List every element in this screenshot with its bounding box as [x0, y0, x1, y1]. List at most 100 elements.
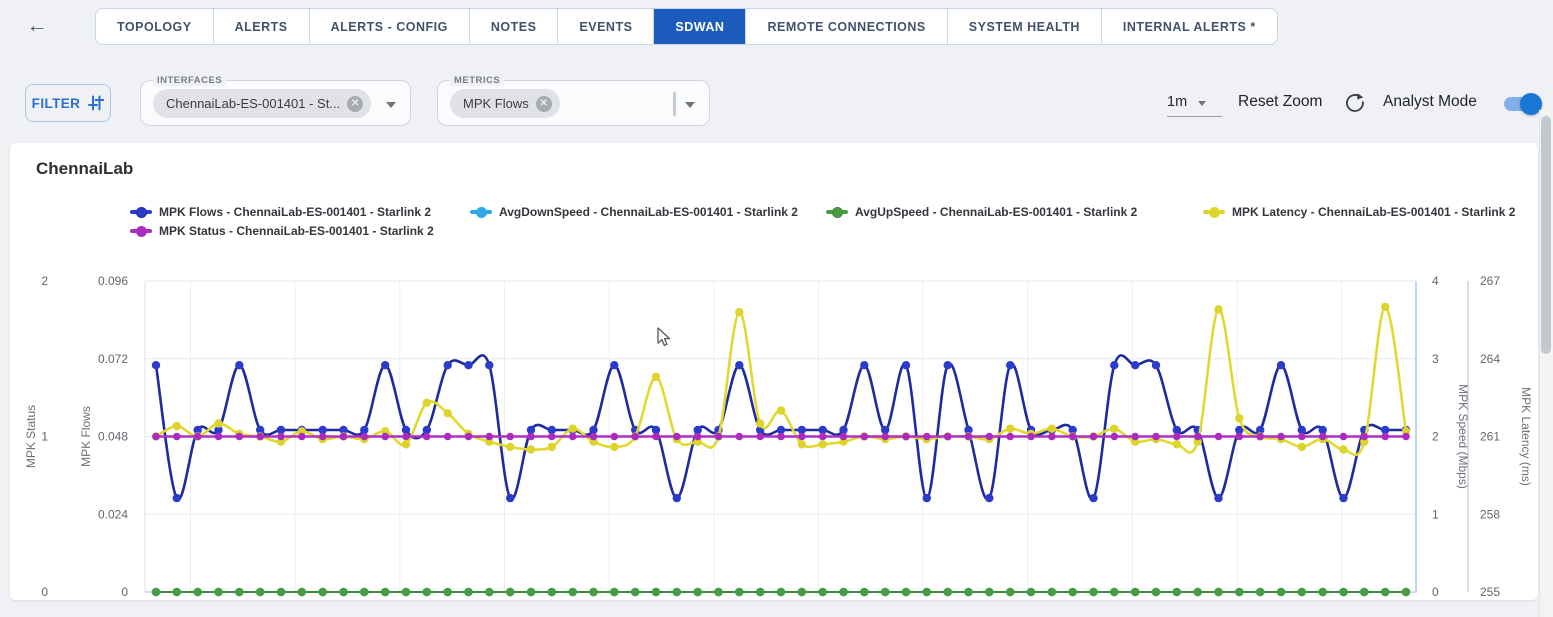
reset-zoom-icon[interactable]: [1344, 92, 1366, 114]
data-point: [756, 433, 764, 441]
data-point: [486, 433, 494, 441]
data-point: [1193, 588, 1202, 597]
data-point: [1173, 433, 1181, 441]
data-point: [1318, 588, 1327, 597]
data-point: [673, 494, 681, 502]
data-point: [1131, 361, 1139, 369]
tab-alerts-config[interactable]: ALERTS - CONFIG: [309, 9, 469, 44]
metrics-chip[interactable]: MPK Flows ✕: [450, 89, 560, 118]
reset-zoom-button[interactable]: Reset Zoom: [1238, 93, 1322, 111]
data-point: [1090, 433, 1098, 441]
data-point: [1360, 588, 1369, 597]
filter-button[interactable]: FILTER: [25, 84, 111, 122]
data-point: [881, 588, 890, 597]
data-point: [214, 419, 222, 427]
tab-internal-alerts[interactable]: INTERNAL ALERTS *: [1101, 9, 1277, 44]
tab-remote-connections[interactable]: REMOTE CONNECTIONS: [745, 9, 946, 44]
chevron-down-icon[interactable]: [685, 102, 695, 108]
data-point: [277, 588, 286, 597]
tab-topology[interactable]: TOPOLOGY: [96, 9, 213, 44]
data-point: [318, 588, 327, 597]
interfaces-chip[interactable]: ChennaiLab-ES-001401 - St... ✕: [153, 89, 371, 118]
text-caret: [673, 92, 676, 116]
data-point: [443, 588, 452, 597]
scrollbar-thumb[interactable]: [1541, 116, 1551, 354]
interfaces-field[interactable]: INTERFACES ChennaiLab-ES-001401 - St... …: [140, 80, 411, 126]
data-point: [1215, 433, 1223, 441]
data-point: [1235, 414, 1243, 422]
data-point: [256, 588, 265, 597]
x-circle-icon[interactable]: ✕: [536, 96, 552, 112]
data-point: [360, 588, 369, 597]
data-point: [173, 433, 181, 441]
data-point: [569, 425, 577, 433]
data-point: [860, 361, 868, 369]
chart-plot[interactable]: 012MPK Status00.0240.0480.0720.096MPK Fl…: [10, 143, 1538, 600]
axis-tick-label: 0.096: [98, 274, 128, 288]
data-point: [402, 440, 410, 448]
data-point: [923, 494, 931, 502]
data-point: [1277, 361, 1285, 369]
data-point: [1298, 443, 1306, 451]
axis-title-status: MPK Status: [24, 405, 38, 468]
data-point: [818, 588, 827, 597]
data-point: [715, 433, 723, 441]
metrics-field[interactable]: METRICS MPK Flows ✕: [437, 80, 710, 126]
data-point: [902, 588, 911, 597]
tab-events[interactable]: EVENTS: [557, 9, 653, 44]
series-avg-up-speed: [152, 588, 1411, 597]
data-point: [1068, 588, 1077, 597]
axis-tick-label: 0: [121, 585, 128, 599]
axis-tick-label: 0.072: [98, 352, 128, 366]
axis-tick-label: 1: [1432, 507, 1439, 521]
data-point: [1235, 588, 1244, 597]
data-point: [964, 588, 973, 597]
data-point: [1214, 494, 1222, 502]
data-point: [1402, 433, 1410, 441]
tab-system-health[interactable]: SYSTEM HEALTH: [947, 9, 1101, 44]
time-range-select[interactable]: 1m: [1167, 88, 1222, 117]
x-circle-icon[interactable]: ✕: [347, 96, 363, 112]
data-point: [693, 588, 702, 597]
axis-title-speed: MPK Speed (Mbps): [1456, 384, 1470, 489]
data-point: [506, 443, 514, 451]
data-point: [152, 588, 161, 597]
time-range-value: 1m: [1167, 94, 1187, 110]
data-point: [902, 433, 910, 441]
axis-tick-label: 2: [1432, 430, 1439, 444]
data-point: [819, 433, 827, 441]
chevron-down-icon[interactable]: [386, 102, 396, 108]
data-point: [1236, 433, 1244, 441]
tune-icon: [88, 95, 104, 111]
tab-sdwan[interactable]: SDWAN: [653, 9, 745, 44]
axis-tick-label: 267: [1480, 274, 1500, 288]
axis-tick-label: 0.024: [98, 507, 128, 521]
data-point: [1381, 433, 1389, 441]
data-point: [985, 494, 993, 502]
data-point: [173, 494, 181, 502]
tab-notes[interactable]: NOTES: [469, 9, 558, 44]
data-point: [1402, 588, 1411, 597]
data-point: [798, 588, 807, 597]
data-point: [319, 433, 327, 441]
axis-tick-label: 264: [1480, 352, 1500, 366]
data-point: [610, 443, 618, 451]
data-point: [1027, 588, 1036, 597]
data-point: [673, 588, 682, 597]
data-point: [652, 433, 660, 441]
metrics-field-label: METRICS: [450, 75, 504, 86]
data-point: [569, 433, 577, 441]
back-arrow-icon[interactable]: ←: [22, 11, 52, 41]
data-point: [1381, 303, 1389, 311]
data-point: [485, 588, 494, 597]
data-point: [1006, 425, 1014, 433]
series-mpk-flows: [152, 355, 1410, 502]
tab-alerts[interactable]: ALERTS: [213, 9, 309, 44]
data-point: [652, 373, 660, 381]
data-point: [548, 433, 556, 441]
axis-tick-label: 3: [1432, 352, 1439, 366]
interfaces-chip-label: ChennaiLab-ES-001401 - St...: [166, 96, 340, 111]
data-point: [1277, 433, 1285, 441]
data-point: [381, 588, 390, 597]
analyst-mode-toggle[interactable]: [1504, 97, 1538, 111]
